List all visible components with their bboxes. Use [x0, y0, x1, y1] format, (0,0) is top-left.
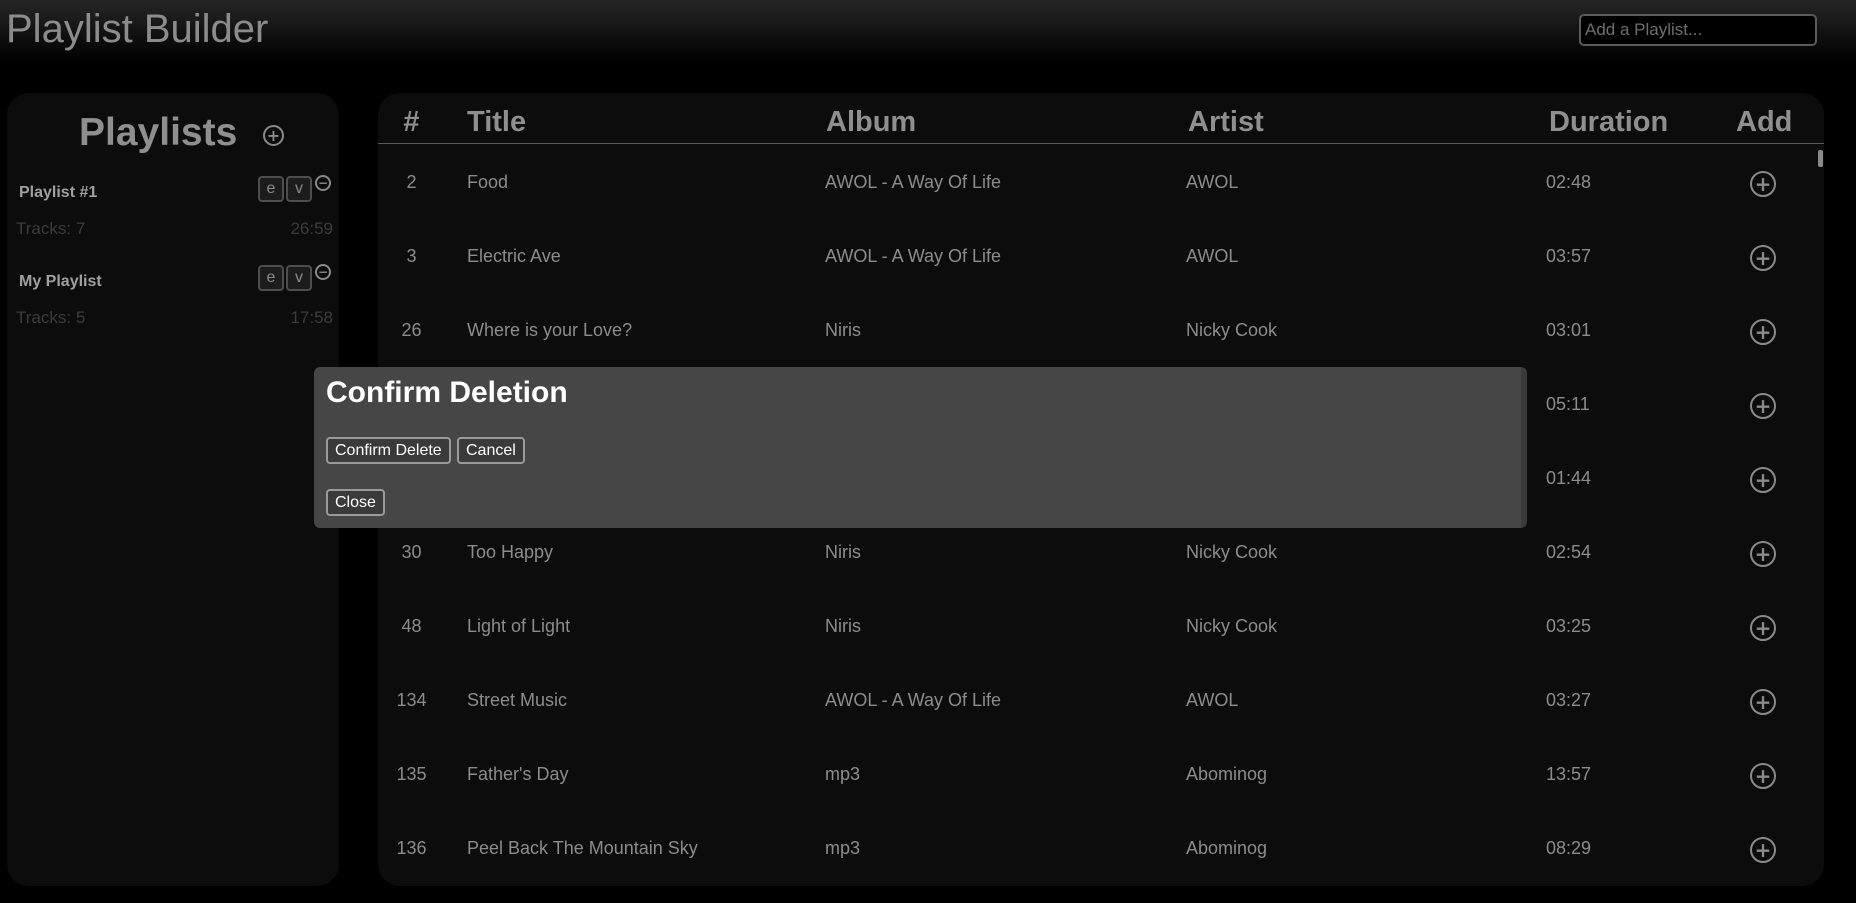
- track-duration: 03:25: [1546, 616, 1592, 636]
- app-header: Playlist Builder: [0, 0, 1856, 62]
- add-track-icon[interactable]: +: [1750, 171, 1776, 197]
- track-title: Light of Light: [467, 616, 571, 636]
- track-album: mp3: [825, 764, 861, 784]
- track-number: 2: [406, 172, 417, 192]
- track-number: 48: [401, 616, 422, 636]
- column-header-album: Album: [826, 106, 917, 138]
- dialog-title: Confirm Deletion: [326, 376, 568, 409]
- track-album: AWOL - A Way Of Life: [825, 246, 1002, 266]
- column-header-number: #: [403, 106, 420, 138]
- add-track-icon[interactable]: +: [1750, 689, 1776, 715]
- playlist-duration: 17:58: [290, 308, 333, 327]
- track-duration: 13:57: [1546, 764, 1592, 784]
- column-header-duration: Duration: [1549, 106, 1669, 138]
- playlist-item[interactable]: My Playlist e v − Tracks: 5 17:58: [7, 264, 339, 343]
- add-track-icon[interactable]: +: [1750, 245, 1776, 271]
- remove-playlist-icon[interactable]: −: [315, 264, 331, 280]
- playlist-name[interactable]: Playlist #1: [19, 184, 97, 202]
- track-duration: 02:48: [1546, 172, 1592, 192]
- table-row: 48 Light of Light Niris Nicky Cook 03:25…: [378, 591, 1824, 665]
- track-duration: 03:27: [1546, 690, 1592, 710]
- playlist-duration: 26:59: [290, 219, 333, 238]
- track-title: Food: [467, 172, 509, 192]
- track-duration: 02:54: [1546, 542, 1592, 562]
- track-number: 135: [396, 764, 427, 784]
- add-track-icon[interactable]: +: [1750, 837, 1776, 863]
- playlist-track-count: Tracks: 5: [16, 308, 86, 327]
- app-title: Playlist Builder: [6, 7, 269, 51]
- table-row: 134 Street Music AWOL - A Way Of Life AW…: [378, 665, 1824, 739]
- track-album: Niris: [825, 320, 861, 340]
- track-artist: Nicky Cook: [1186, 542, 1278, 562]
- column-header-add: Add: [1736, 106, 1793, 138]
- remove-playlist-icon[interactable]: −: [315, 175, 331, 191]
- track-duration: 08:29: [1546, 838, 1592, 858]
- track-duration: 03:01: [1546, 320, 1592, 340]
- track-artist: Abominog: [1186, 838, 1268, 858]
- track-artist: Nicky Cook: [1186, 616, 1278, 636]
- track-artist: Nicky Cook: [1186, 320, 1278, 340]
- table-row: 2 Food AWOL - A Way Of Life AWOL 02:48 +: [378, 147, 1824, 221]
- confirm-deletion-dialog: Confirm Deletion Confirm Delete Cancel C…: [314, 367, 1527, 528]
- track-duration: 03:57: [1546, 246, 1592, 266]
- add-playlist-icon[interactable]: +: [263, 125, 284, 146]
- cancel-button[interactable]: Cancel: [457, 437, 525, 464]
- track-album: Niris: [825, 542, 861, 562]
- playlist-track-count: Tracks: 7: [16, 219, 86, 238]
- track-album: AWOL - A Way Of Life: [825, 690, 1002, 710]
- track-artist: AWOL: [1186, 246, 1239, 266]
- track-artist: AWOL: [1186, 690, 1239, 710]
- edit-playlist-button[interactable]: e: [258, 265, 284, 291]
- track-album: Niris: [825, 616, 861, 636]
- track-artist: Abominog: [1186, 764, 1268, 784]
- view-playlist-button[interactable]: v: [286, 265, 312, 291]
- confirm-delete-button[interactable]: Confirm Delete: [326, 437, 451, 464]
- view-playlist-button[interactable]: v: [286, 176, 312, 202]
- table-row: 30 Too Happy Niris Nicky Cook 02:54 +: [378, 517, 1824, 591]
- column-header-artist: Artist: [1188, 106, 1264, 138]
- add-track-icon[interactable]: +: [1750, 615, 1776, 641]
- column-header-title: Title: [467, 106, 527, 138]
- add-playlist-input[interactable]: [1579, 14, 1817, 46]
- table-row: 136 Peel Back The Mountain Sky mp3 Abomi…: [378, 813, 1824, 886]
- track-title: Electric Ave: [467, 246, 561, 266]
- track-duration: 01:44: [1546, 468, 1592, 488]
- track-number: 134: [396, 690, 427, 710]
- add-track-icon[interactable]: +: [1750, 393, 1776, 419]
- add-track-icon[interactable]: +: [1750, 541, 1776, 567]
- playlists-sidebar: Playlists + Playlist #1 e v − Tracks: 7 …: [7, 93, 339, 886]
- track-artist: AWOL: [1186, 172, 1239, 192]
- table-row: 3 Electric Ave AWOL - A Way Of Life AWOL…: [378, 221, 1824, 295]
- track-number: 3: [406, 246, 417, 266]
- add-track-icon[interactable]: +: [1750, 319, 1776, 345]
- track-number: 136: [396, 838, 427, 858]
- track-title: Where is your Love?: [467, 320, 633, 340]
- track-title: Too Happy: [467, 542, 554, 562]
- table-row: 26 Where is your Love? Niris Nicky Cook …: [378, 295, 1824, 369]
- track-number: 30: [401, 542, 422, 562]
- track-album: AWOL - A Way Of Life: [825, 172, 1002, 192]
- table-row: 135 Father's Day mp3 Abominog 13:57 +: [378, 739, 1824, 813]
- add-track-icon[interactable]: +: [1750, 467, 1776, 493]
- playlist-item[interactable]: Playlist #1 e v − Tracks: 7 26:59: [7, 175, 339, 254]
- track-title: Father's Day: [467, 764, 569, 784]
- sidebar-title: Playlists: [79, 111, 238, 154]
- track-number: 26: [401, 320, 422, 340]
- track-title: Street Music: [467, 690, 568, 710]
- add-track-icon[interactable]: +: [1750, 763, 1776, 789]
- playlist-name[interactable]: My Playlist: [19, 273, 102, 291]
- edit-playlist-button[interactable]: e: [258, 176, 284, 202]
- track-title: Peel Back The Mountain Sky: [467, 838, 698, 858]
- close-button[interactable]: Close: [326, 489, 385, 516]
- table-header: # Title Album Artist Duration Add: [378, 93, 1824, 144]
- track-album: mp3: [825, 838, 861, 858]
- track-duration: 05:11: [1546, 394, 1590, 414]
